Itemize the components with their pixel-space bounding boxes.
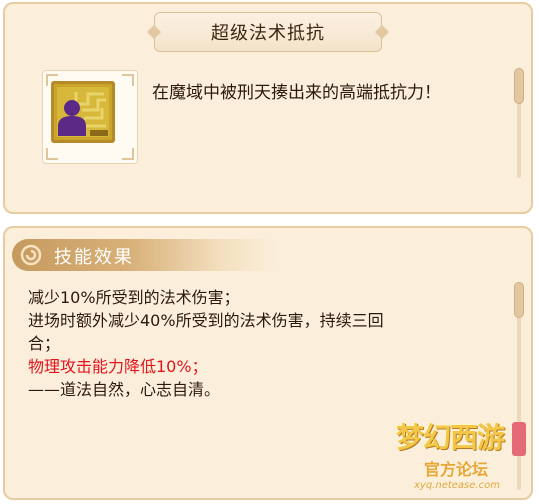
effect-line-penalty: 物理攻击能力降低10%； — [28, 357, 208, 376]
effects-header: 技能效果 — [54, 247, 134, 268]
skill-title: 超级法术抵抗 — [211, 23, 325, 44]
frame-corner-ornament — [122, 74, 134, 86]
effect-line: 合； — [28, 334, 61, 353]
skill-rune-icon-graphic — [54, 84, 112, 140]
description-scrollbar[interactable] — [514, 68, 524, 178]
skill-icon-frame — [42, 70, 138, 164]
watermark-subtitle: 官方论坛 — [424, 460, 489, 479]
effects-header-bar — [12, 239, 278, 271]
scrollbar-thumb[interactable] — [514, 282, 524, 318]
watermark-badge — [512, 422, 526, 456]
effect-line: 进场时额外减少40%所受到的法术伤害，持续三回 — [28, 311, 384, 330]
effects-list: 减少10%所受到的法术伤害； 进场时额外减少40%所受到的法术伤害，持续三回 合… — [28, 286, 498, 401]
effect-line-motto: ——道法自然，心志自清。 — [28, 380, 221, 399]
effect-line: 减少10%所受到的法术伤害； — [28, 288, 240, 307]
watermark-logo: 梦幻西游 — [396, 421, 505, 454]
skill-title-banner: 超级法术抵抗 — [154, 12, 382, 52]
skill-rune-icon[interactable] — [51, 81, 115, 143]
site-watermark: 梦幻西游 官方论坛 xyq.netease.com — [396, 412, 530, 500]
skill-description: 在魔域中被刑天揍出来的高端抵抗力！ — [152, 83, 441, 103]
watermark-url: xyq.netease.com — [414, 480, 500, 491]
scrollbar-thumb[interactable] — [514, 68, 524, 104]
frame-corner-ornament — [122, 148, 134, 160]
frame-corner-ornament — [46, 148, 58, 160]
swirl-ornament-icon — [20, 244, 42, 266]
